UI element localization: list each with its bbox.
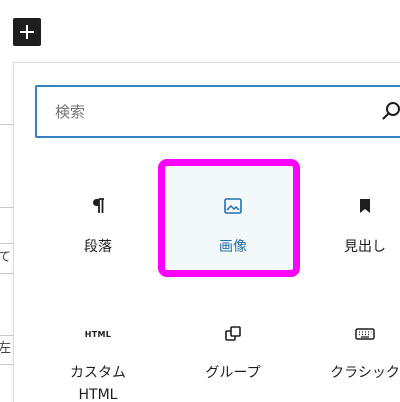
block-label: グループ — [205, 365, 261, 381]
editor-divider — [0, 335, 13, 336]
block-label-line: HTML — [78, 387, 118, 402]
editor-divider — [0, 207, 13, 208]
editor-divider — [0, 124, 13, 125]
block-inserter-popover: 段落 画像 見出し HTML カスタム HTML グループ ク — [13, 62, 400, 402]
search-icon[interactable] — [381, 100, 400, 122]
block-label: 画像 — [219, 239, 247, 255]
block-heading[interactable]: 見出し — [296, 160, 400, 270]
group-icon — [225, 326, 241, 341]
block-paragraph[interactable]: 段落 — [29, 160, 167, 270]
block-label: カスタム HTML — [70, 362, 126, 402]
paragraph-icon — [93, 198, 104, 213]
editor-text-fragment: て — [0, 250, 12, 265]
html-icon: HTML — [84, 329, 112, 339]
block-label-line: カスタム — [70, 365, 126, 381]
editor-divider — [0, 364, 13, 365]
classic-keyboard-icon — [355, 328, 375, 340]
editor-text-fragment: 左 — [0, 341, 12, 356]
block-label: 見出し — [344, 239, 386, 255]
search-input[interactable] — [37, 87, 367, 136]
block-classic[interactable]: クラシック — [296, 312, 400, 402]
heading-icon — [360, 199, 370, 213]
editor-divider — [0, 243, 13, 244]
block-group[interactable]: グループ — [164, 312, 302, 402]
search-box — [35, 85, 400, 138]
block-label: 段落 — [84, 239, 112, 255]
block-custom-html[interactable]: HTML カスタム HTML — [29, 312, 167, 402]
inserter-toggle-button[interactable] — [13, 18, 41, 46]
image-icon — [224, 198, 242, 214]
block-image[interactable]: 画像 — [164, 160, 302, 270]
editor-divider — [0, 273, 13, 274]
plus-icon — [20, 25, 34, 39]
block-label: クラシック — [330, 365, 400, 381]
